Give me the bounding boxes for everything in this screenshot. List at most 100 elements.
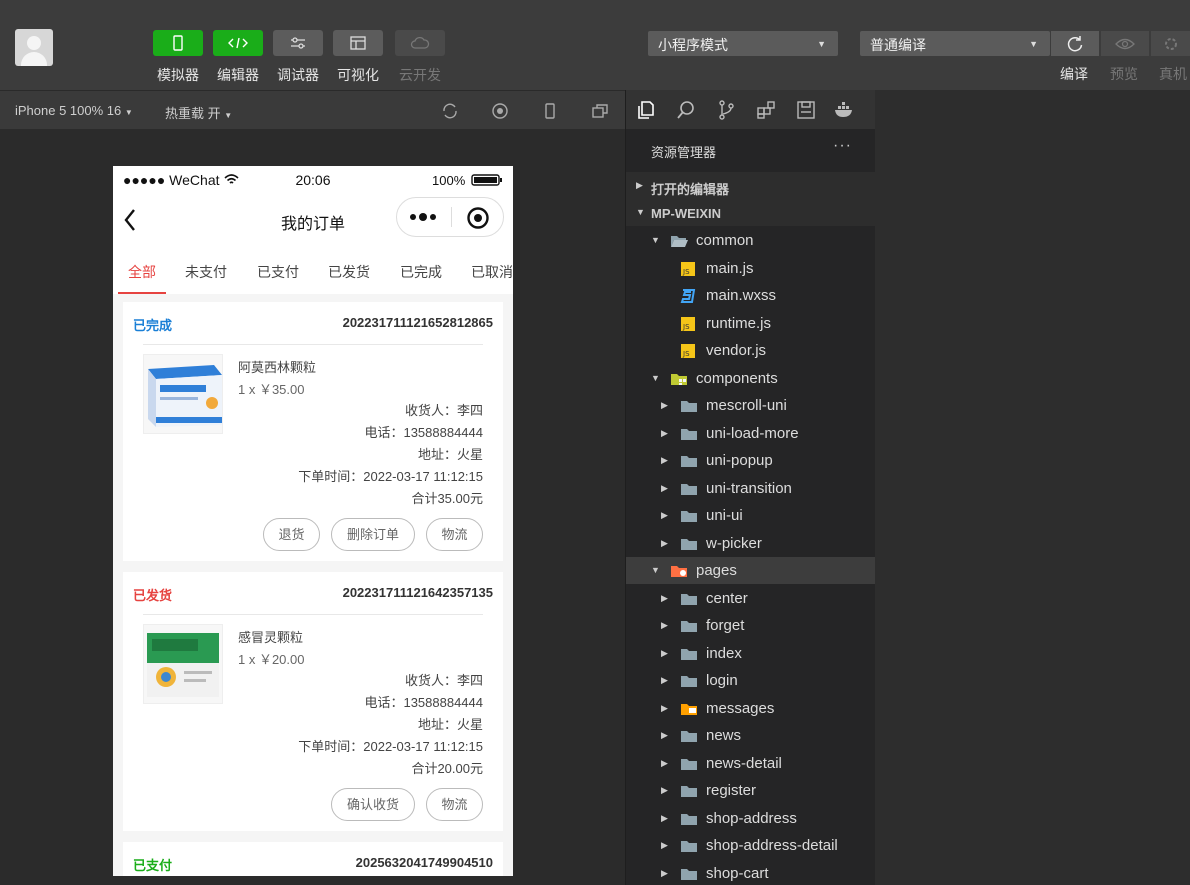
sliders-icon [273, 30, 323, 56]
confirm-receipt-button[interactable]: 确认收货 [331, 788, 415, 821]
tree-item-login[interactable]: ▶ login [626, 667, 875, 694]
tab-paid[interactable]: 已支付 [257, 262, 299, 282]
real-device-debug-button[interactable] [1151, 31, 1190, 56]
tree-item-register[interactable]: ▶ register [626, 777, 875, 804]
tree-item-label: login [706, 672, 738, 689]
chevron-down-icon[interactable]: ▼ [651, 565, 660, 575]
order-card[interactable]: 已支付 2025632041749904510 [123, 842, 503, 876]
files-icon[interactable] [635, 99, 657, 121]
folder-icon [680, 398, 698, 414]
tree-item-uni-load-more[interactable]: ▶ uni-load-more [626, 420, 875, 447]
chevron-right-icon[interactable]: ▶ [661, 510, 668, 521]
tree-item-center[interactable]: ▶ center [626, 585, 875, 612]
tree-item-news-detail[interactable]: ▶ news-detail [626, 750, 875, 777]
device-select[interactable]: iPhone 5 100% 16 ▼ [15, 103, 133, 118]
logistics-button[interactable]: 物流 [426, 788, 483, 821]
chevron-right-icon[interactable]: ▶ [661, 675, 668, 686]
tree-item-runtime-js[interactable]: JS runtime.js [626, 310, 875, 337]
cloud-dev-button[interactable]: 云开发 [395, 30, 445, 85]
tab-all[interactable]: 全部 [128, 262, 156, 282]
tree-item-index[interactable]: ▶ index [626, 640, 875, 667]
mode-select[interactable]: 小程序模式 ▼ [648, 31, 838, 56]
visual-toggle-button[interactable]: 可视化 [333, 30, 383, 85]
order-total: 合计20.00元 [411, 761, 483, 776]
chevron-right-icon[interactable]: ▶ [661, 703, 668, 714]
tree-item-messages[interactable]: ▶ messages [626, 695, 875, 722]
close-capsule-icon[interactable] [466, 206, 490, 230]
order-card[interactable]: 已发货 202231711121642357135 感冒灵颗粒 1 x ￥20.… [123, 572, 503, 831]
avatar[interactable] [15, 29, 53, 66]
tree-item-components[interactable]: ▼ components [626, 365, 875, 392]
chevron-down-icon[interactable]: ▼ [651, 235, 660, 245]
delete-order-button[interactable]: 删除订单 [331, 518, 415, 551]
chevron-right-icon[interactable]: ▶ [661, 758, 668, 769]
tree-item-label: index [706, 645, 742, 662]
tree-item-label: uni-transition [706, 480, 792, 497]
chevron-right-icon[interactable]: ▶ [661, 730, 668, 741]
debugger-toggle-button[interactable]: 调试器 [273, 30, 323, 85]
logistics-button[interactable]: 物流 [426, 518, 483, 551]
tree-item-shop-address[interactable]: ▶ shop-address [626, 805, 875, 832]
more-actions-icon[interactable]: ··· [833, 137, 852, 155]
stop-icon[interactable] [490, 101, 510, 121]
chevron-right-icon[interactable]: ▶ [661, 620, 668, 631]
chevron-down-icon[interactable]: ▼ [651, 373, 660, 383]
search-icon[interactable] [675, 99, 697, 121]
order-time: 下单时间：2022-03-17 11:12:15 [298, 739, 483, 754]
tree-item-vendor-js[interactable]: JS vendor.js [626, 337, 875, 364]
tree-item-pages[interactable]: ▼ pages [626, 557, 875, 584]
tree-item-shop-cart[interactable]: ▶ shop-cart [626, 860, 875, 885]
source-control-icon[interactable] [715, 99, 737, 121]
return-button[interactable]: 退货 [263, 518, 320, 551]
tab-completed[interactable]: 已完成 [400, 262, 442, 282]
open-editors-section[interactable]: ▶ 打开的编辑器 [626, 172, 875, 199]
chevron-right-icon[interactable]: ▶ [661, 785, 668, 796]
more-dots-icon[interactable] [409, 212, 439, 222]
tab-unpaid[interactable]: 未支付 [185, 262, 227, 282]
folder-icon [680, 536, 698, 552]
chevron-right-icon[interactable]: ▶ [661, 400, 668, 411]
simulator-toggle-button[interactable]: 模拟器 [153, 30, 203, 85]
phone-icon[interactable] [540, 101, 560, 121]
chevron-right-icon[interactable]: ▶ [661, 813, 668, 824]
popout-icon[interactable] [590, 101, 610, 121]
gear-icon [1164, 37, 1177, 50]
tree-item-w-picker[interactable]: ▶ w-picker [626, 530, 875, 557]
tab-cancelled[interactable]: 已取消 [471, 262, 513, 282]
save-icon[interactable] [795, 99, 817, 121]
rotate-icon[interactable] [440, 101, 460, 121]
tree-item-news[interactable]: ▶ news [626, 722, 875, 749]
tree-item-uni-transition[interactable]: ▶ uni-transition [626, 475, 875, 502]
chevron-right-icon[interactable]: ▶ [661, 840, 668, 851]
tree-item-shop-address-detail[interactable]: ▶ shop-address-detail [626, 832, 875, 859]
order-card[interactable]: 已完成 202231711121652812865 阿莫西林颗粒 1 x ￥35… [123, 302, 503, 561]
chevron-right-icon[interactable]: ▶ [661, 483, 668, 494]
tree-item-uni-ui[interactable]: ▶ uni-ui [626, 502, 875, 529]
compile-mode-select[interactable]: 普通编译 ▼ [860, 31, 1050, 56]
compile-button[interactable] [1051, 31, 1099, 56]
chevron-right-icon[interactable]: ▶ [661, 868, 668, 879]
tree-item-common[interactable]: ▼ common [626, 227, 875, 254]
tree-item-label: pages [696, 562, 737, 579]
tree-item-main-wxss[interactable]: main.wxss [626, 282, 875, 309]
tree-item-main-js[interactable]: JS main.js [626, 255, 875, 282]
editor-toggle-button[interactable]: 编辑器 [213, 30, 263, 85]
tree-item-uni-popup[interactable]: ▶ uni-popup [626, 447, 875, 474]
preview-button[interactable] [1101, 31, 1149, 56]
tree-item-label: main.wxss [706, 287, 777, 304]
chevron-right-icon[interactable]: ▶ [661, 538, 668, 549]
tab-shipped[interactable]: 已发货 [328, 262, 370, 282]
hot-reload-select[interactable]: 热重载 开 ▼ [165, 103, 232, 122]
chevron-right-icon[interactable]: ▶ [661, 648, 668, 659]
status-bar: ●●●●● WeChat 20:06 100% [113, 166, 513, 194]
project-section[interactable]: ▼ MP-WEIXIN [626, 199, 875, 226]
folder-open-icon [670, 233, 688, 249]
chevron-right-icon[interactable]: ▶ [661, 455, 668, 466]
tree-item-mescroll-uni[interactable]: ▶ mescroll-uni [626, 392, 875, 419]
docker-icon[interactable] [833, 99, 855, 121]
extensions-icon[interactable] [755, 99, 777, 121]
chevron-right-icon[interactable]: ▶ [661, 428, 668, 439]
simulator-toolbar: iPhone 5 100% 16 ▼ 热重载 开 ▼ [0, 90, 625, 129]
chevron-right-icon[interactable]: ▶ [661, 593, 668, 604]
tree-item-forget[interactable]: ▶ forget [626, 612, 875, 639]
